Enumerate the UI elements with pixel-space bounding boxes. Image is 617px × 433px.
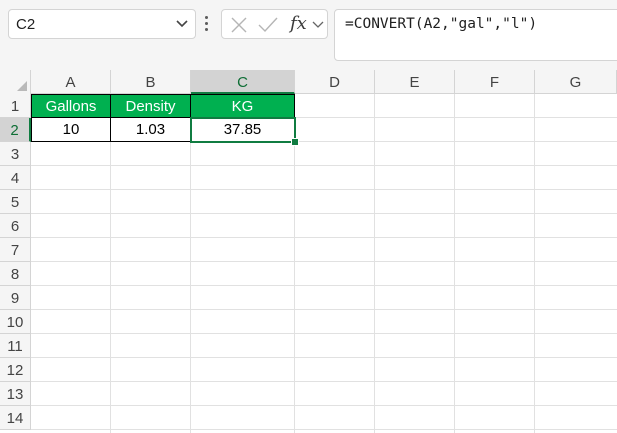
row-header-4[interactable]: 4 <box>0 166 31 190</box>
row-header-11[interactable]: 11 <box>0 334 31 358</box>
cell-b1[interactable]: Density <box>111 94 191 118</box>
formula-text: =CONVERT(A2,"gal","l") <box>345 16 538 32</box>
cell-c2[interactable]: 37.85 <box>191 118 295 142</box>
name-box[interactable]: C2 <box>8 9 196 39</box>
row-header-5[interactable]: 5 <box>0 190 31 214</box>
cell-c1[interactable]: KG <box>191 94 295 118</box>
insert-function-icon[interactable]: fx <box>290 13 307 34</box>
grid-lines <box>31 94 617 433</box>
chevron-down-icon[interactable] <box>175 19 189 29</box>
row-header-2[interactable]: 2 <box>0 118 31 142</box>
cell-a1[interactable]: Gallons <box>31 94 111 118</box>
row-header-13[interactable]: 13 <box>0 382 31 406</box>
row-header-3[interactable]: 3 <box>0 142 31 166</box>
column-header-d[interactable]: D <box>295 70 375 94</box>
row-header-12[interactable]: 12 <box>0 358 31 382</box>
worksheet-grid: A B C D E F G 1 2 3 4 5 6 7 8 9 10 11 12… <box>0 70 617 433</box>
name-box-value: C2 <box>16 16 36 33</box>
column-header-g[interactable]: G <box>535 70 617 94</box>
column-header-f[interactable]: F <box>455 70 535 94</box>
chevron-down-icon[interactable] <box>312 20 324 29</box>
select-all-button[interactable] <box>0 70 31 94</box>
cell-b2[interactable]: 1.03 <box>111 118 191 142</box>
column-header-a[interactable]: A <box>31 70 111 94</box>
row-header-10[interactable]: 10 <box>0 310 31 334</box>
column-header-b[interactable]: B <box>111 70 191 94</box>
more-options-icon[interactable] <box>204 14 208 34</box>
cell-a2[interactable]: 10 <box>31 118 111 142</box>
column-header-e[interactable]: E <box>375 70 455 94</box>
fill-handle[interactable] <box>291 138 299 146</box>
enter-check-icon[interactable] <box>257 16 279 34</box>
cancel-icon[interactable] <box>230 16 248 34</box>
row-header-1[interactable]: 1 <box>0 94 31 118</box>
row-header-14[interactable]: 14 <box>0 406 31 430</box>
formula-tools: fx <box>221 9 328 39</box>
column-header-c[interactable]: C <box>191 70 295 94</box>
formula-input[interactable]: =CONVERT(A2,"gal","l") <box>334 9 617 61</box>
row-header-9[interactable]: 9 <box>0 286 31 310</box>
formula-bar-area: C2 fx =CONVERT(A2,"gal","l") <box>0 0 617 70</box>
row-header-8[interactable]: 8 <box>0 262 31 286</box>
column-headers: A B C D E F G <box>0 70 617 94</box>
row-header-6[interactable]: 6 <box>0 214 31 238</box>
row-header-7[interactable]: 7 <box>0 238 31 262</box>
